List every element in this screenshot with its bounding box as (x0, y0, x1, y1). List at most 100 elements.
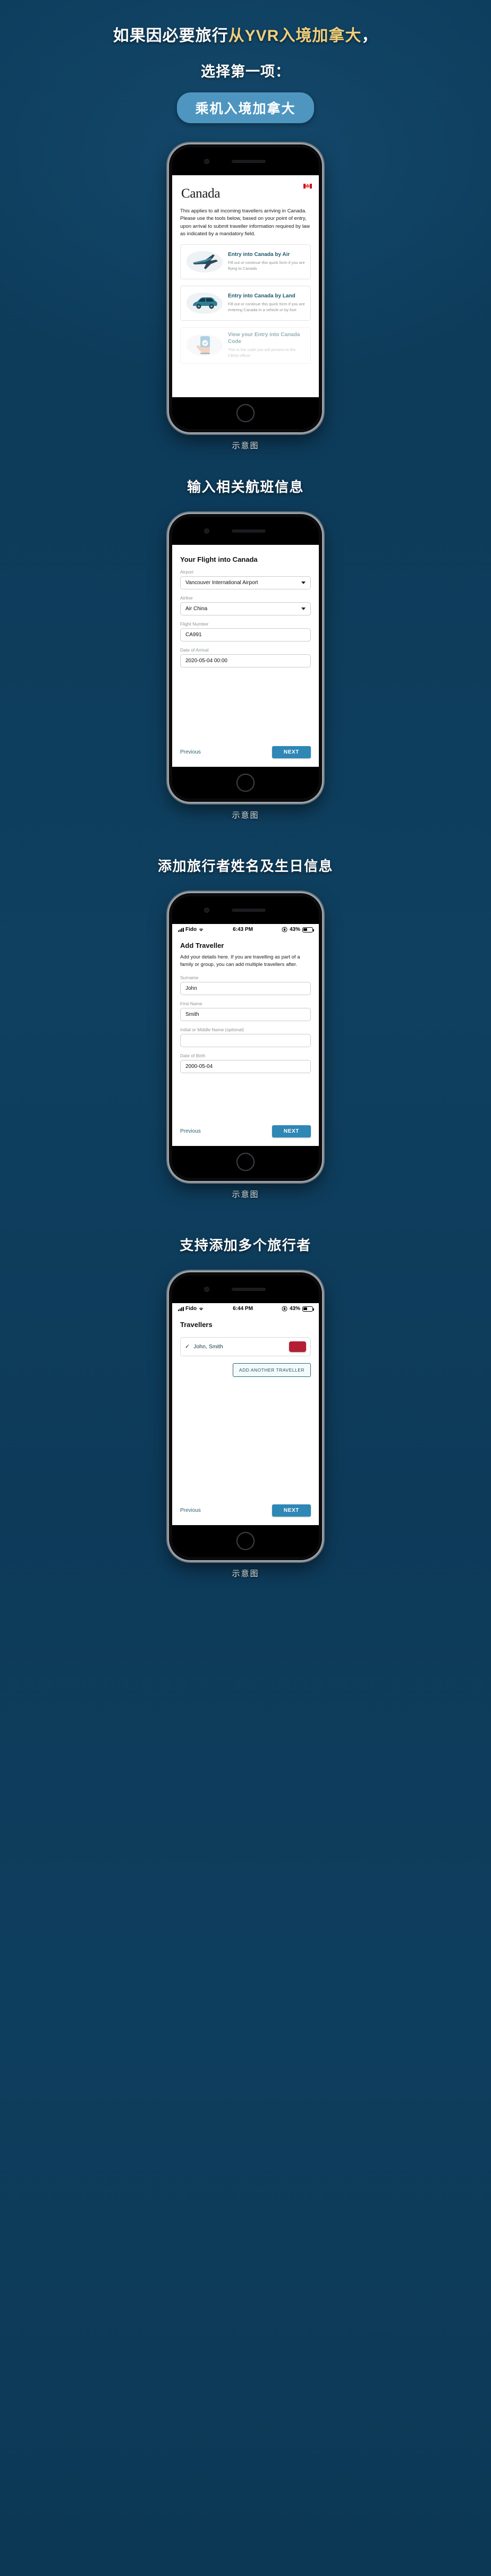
flight-form-nav: Previous NEXT (180, 741, 311, 767)
date-of-arrival-value: 2020-05-04 00:00 (185, 658, 227, 664)
entry-by-land-card[interactable]: Entry into Canada by Land Fill out or co… (180, 286, 311, 321)
home-button-icon[interactable] (236, 774, 255, 792)
date-of-arrival-label: Date of Arrival (180, 647, 209, 653)
middle-name-field: Initial or Middle Name (optional) (180, 1027, 311, 1047)
phone-mockup-3: Fido 6:43 PM 43% Add Traveller Add your … (169, 893, 322, 1181)
clock-label: 6:44 PM (233, 1306, 253, 1312)
previous-button[interactable]: Previous (180, 1128, 201, 1134)
wifi-icon (199, 1307, 204, 1311)
airline-select[interactable]: Air China (180, 602, 311, 615)
phone-top-bezel-3 (172, 896, 319, 924)
earpiece-speaker-icon (232, 160, 266, 163)
section-2: Your Flight into Canada Airport Vancouve… (0, 514, 491, 820)
first-name-input[interactable]: Smith (180, 1007, 311, 1021)
rotation-lock-icon (282, 927, 287, 932)
traveller-list-item[interactable]: ✓ John, Smith (180, 1337, 311, 1356)
earpiece-speaker-icon (232, 529, 266, 533)
phone-top-bezel-2 (172, 517, 319, 545)
phone-inner-3: Fido 6:43 PM 43% Add Traveller Add your … (172, 896, 319, 1178)
surname-field: Surname John (180, 975, 311, 995)
section-4: Fido 6:44 PM 43% Travellers ✓ John, Smit… (0, 1272, 491, 1595)
canada-wordmark: Canada 🍁 (181, 184, 312, 201)
entry-by-air-text: Entry into Canada by Air Fill out or con… (228, 252, 306, 272)
airport-select[interactable]: Vancouver International Airport (180, 576, 311, 589)
phone-screen-2: Your Flight into Canada Airport Vancouve… (172, 545, 319, 767)
home-button-icon[interactable] (236, 1153, 255, 1171)
entry-by-land-subtitle: Fill out or continue this quick form if … (228, 302, 305, 313)
caption-3: 示意图 (232, 1190, 259, 1199)
airport-label: Airport (180, 569, 194, 575)
section-1: Canada 🍁 This applies to all incoming tr… (0, 144, 491, 451)
entry-by-land-title: Entry into Canada by Land (228, 293, 295, 299)
date-of-birth-input[interactable]: 2000-05-04 (180, 1059, 311, 1073)
section-3: Fido 6:43 PM 43% Add Traveller Add your … (0, 893, 491, 1200)
middle-name-label: Initial or Middle Name (optional) (180, 1026, 244, 1032)
add-another-traveller-button[interactable]: ADD ANOTHER TRAVELLER (232, 1363, 311, 1377)
view-entry-code-subtitle: This is the code you will present to the… (228, 347, 296, 358)
battery-percent-label: 43% (289, 927, 300, 932)
phone-bottom-bezel-1 (172, 397, 319, 429)
next-button[interactable]: NEXT (272, 746, 311, 758)
carrier-label: Fido (185, 927, 197, 932)
intro-headline-tail: ， (361, 27, 378, 45)
status-bar-right: 43% (282, 927, 314, 932)
flight-number-input[interactable]: CA991 (180, 628, 311, 641)
phone-in-hand-icon (185, 332, 224, 358)
front-camera-icon (204, 528, 209, 534)
middle-name-input[interactable] (180, 1033, 311, 1047)
airline-label: Airline (180, 595, 193, 601)
next-button[interactable]: NEXT (272, 1125, 311, 1137)
front-camera-icon (204, 159, 209, 164)
poster-page: 如果因必要旅行从YVR入境加拿大， 选择第一项： 乘机入境加拿大 Canada (0, 0, 491, 1595)
phone-bottom-bezel-3 (172, 1146, 319, 1178)
phone-top-bezel-4 (172, 1276, 319, 1303)
airport-value: Vancouver International Airport (185, 580, 258, 586)
phone-bottom-bezel-4 (172, 1525, 319, 1557)
checkmark-icon: ✓ (185, 1343, 190, 1350)
phone-top-bezel-1 (172, 148, 319, 175)
canada-wordmark-text: Canada (181, 186, 221, 201)
status-bar-right: 43% (282, 1306, 314, 1312)
canada-landing-app: Canada 🍁 This applies to all incoming tr… (172, 175, 319, 397)
canada-flag-icon: 🍁 (303, 184, 312, 189)
intro-block: 如果因必要旅行从YVR入境加拿大， 选择第一项： 乘机入境加拿大 (0, 0, 491, 123)
next-button[interactable]: NEXT (272, 1504, 311, 1517)
date-of-arrival-input[interactable]: 2020-05-04 00:00 (180, 654, 311, 667)
previous-button[interactable]: Previous (180, 749, 201, 755)
entry-by-air-pill[interactable]: 乘机入境加拿大 (177, 92, 314, 123)
add-traveller-app: Add Traveller Add your details here. If … (172, 934, 319, 1146)
section-3-heading: 添加旅行者姓名及生日信息 (157, 858, 333, 874)
phone-inner-4: Fido 6:44 PM 43% Travellers ✓ John, Smit… (172, 1276, 319, 1557)
surname-label: Surname (180, 974, 199, 980)
phone-inner-2: Your Flight into Canada Airport Vancouve… (172, 517, 319, 799)
chevron-down-icon (301, 607, 306, 610)
previous-button[interactable]: Previous (180, 1508, 201, 1513)
entry-by-air-card[interactable]: Entry into Canada by Air Fill out or con… (180, 244, 311, 279)
status-bar-left: Fido (178, 1306, 204, 1312)
signal-strength-icon (178, 927, 184, 932)
home-button-icon[interactable] (236, 1532, 255, 1550)
surname-input[interactable]: John (180, 981, 311, 995)
intro-headline-highlight: 从YVR入境加拿大 (228, 27, 362, 45)
battery-icon (302, 1306, 314, 1312)
flight-number-field: Flight Number CA991 (180, 621, 311, 641)
add-traveller-row: ADD ANOTHER TRAVELLER (180, 1363, 311, 1377)
section-4-heading: 支持添加多个旅行者 (180, 1237, 311, 1253)
phone-mockup-1: Canada 🍁 This applies to all incoming tr… (169, 144, 322, 432)
earpiece-speaker-icon (232, 909, 266, 912)
travellers-nav: Previous NEXT (180, 1499, 311, 1525)
earpiece-speaker-icon (232, 1288, 266, 1291)
first-name-field: First Name Smith (180, 1001, 311, 1021)
add-traveller-nav: Previous NEXT (180, 1120, 311, 1146)
flight-number-label: Flight Number (180, 621, 209, 627)
section-2-heading: 输入相关航班信息 (187, 479, 304, 495)
delete-traveller-button[interactable] (289, 1341, 306, 1352)
traveller-item-left: ✓ John, Smith (185, 1343, 223, 1350)
flight-form-title: Your Flight into Canada (180, 555, 258, 563)
carrier-label: Fido (185, 1306, 197, 1312)
view-entry-code-card[interactable]: View your Entry into Canada Code This is… (180, 327, 311, 364)
entry-by-air-title: Entry into Canada by Air (228, 251, 290, 258)
flight-form-spacer (180, 667, 311, 741)
home-button-icon[interactable] (236, 404, 255, 422)
clock-label: 6:43 PM (233, 927, 253, 932)
